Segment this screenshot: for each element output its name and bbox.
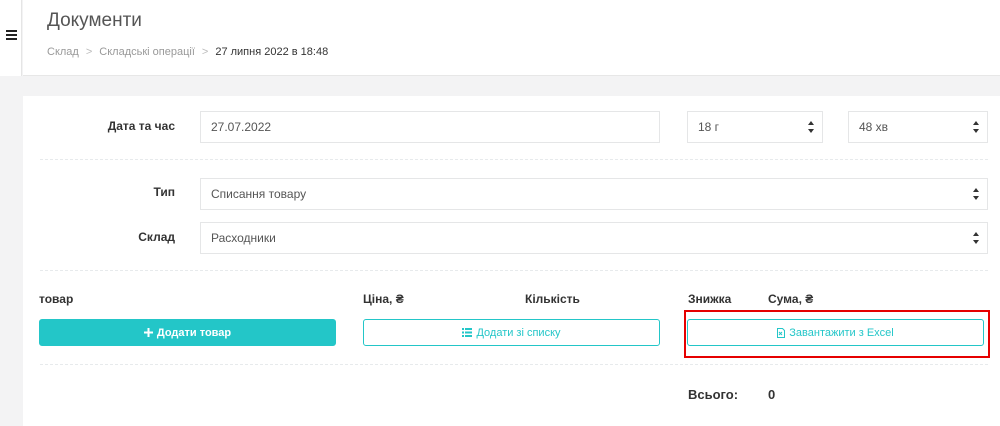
document-form-panel: Дата та час 27.07.2022 18 г 48 хв Тип Сп…	[23, 96, 1000, 426]
date-input[interactable]: 27.07.2022	[200, 111, 660, 143]
warehouse-label: Склад	[138, 230, 175, 244]
plus-icon	[143, 328, 153, 337]
add-product-button[interactable]: Додати товар	[39, 319, 336, 346]
minute-select[interactable]: 48 хв	[848, 111, 988, 143]
add-product-label: Додати товар	[156, 326, 232, 339]
left-menu-strip	[0, 0, 22, 76]
column-header-discount: Знижка	[688, 292, 732, 306]
column-header-product: товар	[39, 292, 74, 306]
minute-select-value: 48 хв	[859, 120, 889, 134]
column-header-sum: Сума, ₴	[768, 292, 814, 306]
breadcrumb-separator: >	[201, 46, 209, 58]
page-header: Документи Склад > Складські операції > 2…	[23, 0, 1000, 76]
column-header-quantity: Кількість	[525, 292, 580, 306]
highlight-box	[684, 310, 990, 358]
datetime-label: Дата та час	[107, 119, 175, 133]
select-arrows-icon	[808, 121, 814, 133]
warehouse-select[interactable]: Расходники	[200, 222, 988, 254]
hour-select-value: 18 г	[698, 120, 720, 134]
hour-select[interactable]: 18 г	[687, 111, 823, 143]
breadcrumb-warehouse-operations[interactable]: Складські операції	[99, 46, 195, 58]
column-header-price: Ціна, ₴	[363, 292, 404, 306]
total-label: Всього:	[688, 387, 739, 402]
breadcrumb: Склад > Складські операції > 27 липня 20…	[47, 46, 328, 58]
total-value: 0	[768, 387, 776, 402]
type-select[interactable]: Списання товару	[200, 178, 988, 210]
select-arrows-icon	[973, 232, 979, 244]
divider	[40, 364, 988, 365]
select-arrows-icon	[973, 188, 979, 200]
page-title: Документи	[47, 10, 142, 31]
divider	[40, 159, 988, 160]
breadcrumb-warehouse[interactable]: Склад	[47, 46, 79, 58]
divider	[40, 270, 988, 271]
hamburger-menu-icon[interactable]	[6, 30, 17, 40]
select-arrows-icon	[973, 121, 979, 133]
warehouse-select-value: Расходники	[211, 231, 276, 245]
type-label: Тип	[153, 185, 176, 199]
type-select-value: Списання товару	[211, 187, 307, 201]
breadcrumb-separator: >	[85, 46, 93, 58]
add-from-list-button[interactable]: Додати зі списку	[363, 319, 660, 346]
add-from-list-label: Додати зі списку	[476, 326, 561, 339]
list-icon	[462, 328, 473, 337]
breadcrumb-current: 27 липня 2022 в 18:48	[215, 46, 329, 58]
